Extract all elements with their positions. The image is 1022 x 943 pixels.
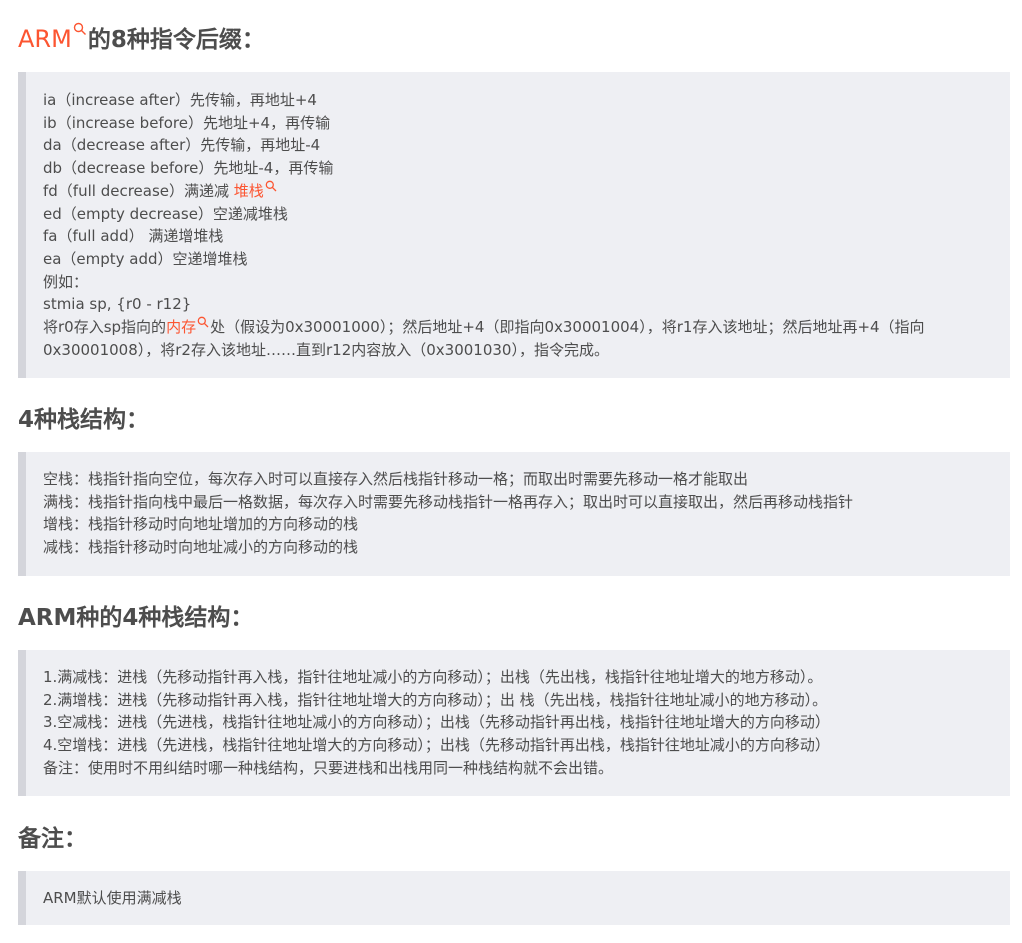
arm-stack-line: 4.空增栈：进栈（先进栈，栈指针往地址增大的方向移动）；出栈（先移动指针再出栈，… xyxy=(43,736,830,755)
suffix-line: ed（empty decrease）空递减堆栈 xyxy=(43,204,288,223)
quote-block-suffixes: ia（increase after）先传输，再地址+4 ib（increase … xyxy=(18,72,1010,378)
arm-stack-line: 2.满增栈：进栈（先移动指针再入栈，指针往地址增大的方向移动）；出 栈（先出栈，… xyxy=(43,690,828,709)
suffix-line: fa（full add） 满递增堆栈 xyxy=(43,227,224,246)
heading-arm-suffixes: ARM 的8种指令后缀： xyxy=(18,22,265,55)
heading-four-stack-structures: 4种栈结构： xyxy=(18,407,150,433)
stack-type-line: 满栈：栈指针指向栈中最后一格数据，每次存入时需要先移动栈指针一格再存入；取出时可… xyxy=(43,492,854,511)
note-line: ARM默认使用满减栈 xyxy=(43,889,182,907)
suffix-line: ea（empty add）空递增堆栈 xyxy=(43,249,248,268)
suffix-line: ib（increase before）先地址+4，再传输 xyxy=(43,113,331,132)
search-icon[interactable] xyxy=(265,180,277,192)
stack-type-line: 减栈：栈指针移动时向地址减小的方向移动的栈 xyxy=(43,538,359,557)
keyword-link-arm[interactable]: ARM xyxy=(18,22,88,53)
quote-block-stack-types: 空栈：栈指针指向空位，每次存入时可以直接存入然后栈指针移动一格；而取出时需要先移… xyxy=(18,452,1010,576)
arm-stack-line: 1.满减栈：进栈（先移动指针再入栈，指针往地址减小的方向移动）；出栈（先出栈，栈… xyxy=(43,668,823,686)
keyword-link-stack[interactable]: 堆栈 xyxy=(234,180,278,200)
stack-type-line: 空栈：栈指针指向空位，每次存入时可以直接存入然后栈指针移动一格；而取出时需要先移… xyxy=(43,470,749,488)
search-icon[interactable] xyxy=(197,316,209,328)
example-label: 例如： xyxy=(43,272,89,291)
suffix-line-fd: fd（full decrease）满递减 堆栈 xyxy=(43,180,998,203)
arm-stack-note: 备注：使用时不用纠结时哪一种栈结构，只要进栈和出栈用同一种栈结构就不会出错。 xyxy=(43,758,614,777)
stack-type-line: 增栈：栈指针移动时向地址增加的方向移动的栈 xyxy=(43,515,359,534)
suffix-line: ia（increase after）先传输，再地址+4 xyxy=(43,91,317,109)
heading-note: 备注： xyxy=(18,826,87,852)
suffix-line: da（decrease after）先传输，再地址-4 xyxy=(43,136,321,155)
search-icon[interactable] xyxy=(73,22,87,36)
quote-block-note: ARM默认使用满减栈 xyxy=(18,871,1010,925)
keyword-link-memory[interactable]: 内存 xyxy=(166,316,210,336)
code-example: stmia sp, {r0 - r12} xyxy=(43,295,192,314)
heading-arm-stack-structures: ARM种的4种栈结构： xyxy=(18,605,254,631)
arm-stack-line: 3.空减栈：进栈（先进栈，栈指针往地址减小的方向移动）；出栈（先移动指针再出栈，… xyxy=(43,713,830,732)
heading-text: 的8种指令后缀： xyxy=(87,27,265,53)
suffix-line: db（decrease before）先地址-4，再传输 xyxy=(43,159,334,178)
example-explanation: 将r0存入sp指向的内存 处（假设为0x30001000）；然后地址+4（即指向0… xyxy=(43,316,925,359)
quote-block-arm-stacks: 1.满减栈：进栈（先移动指针再入栈，指针往地址减小的方向移动）；出栈（先出栈，栈… xyxy=(18,650,1010,796)
